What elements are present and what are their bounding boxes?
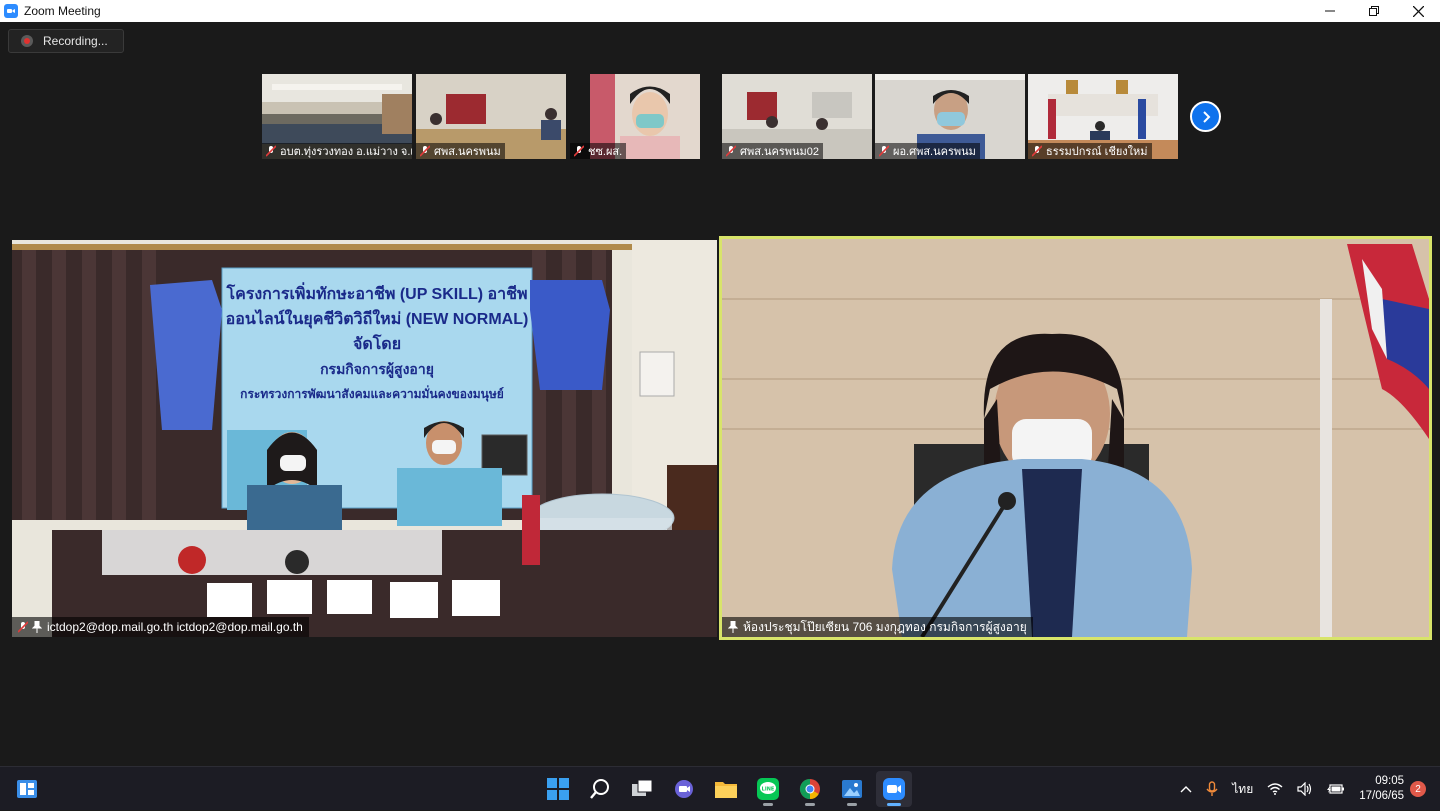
zoom-window: Zoom Meeting Recording... อบต.ทุ่งรวงทอง… — [0, 0, 1440, 766]
participant-name: ชซ.ผส. — [570, 143, 627, 159]
recording-label: Recording... — [43, 34, 108, 48]
line-app-icon: LINE — [757, 778, 779, 800]
photos-button[interactable] — [834, 771, 870, 807]
muted-mic-icon — [18, 621, 28, 633]
muted-mic-icon — [574, 145, 584, 157]
microphone-icon — [1206, 781, 1218, 796]
muted-mic-icon — [1032, 145, 1042, 157]
task-view-icon — [632, 779, 653, 796]
recording-indicator[interactable]: Recording... — [8, 29, 124, 53]
next-page-button[interactable] — [1190, 101, 1221, 132]
zoom-taskbar-button[interactable] — [876, 771, 912, 807]
notification-badge[interactable]: 2 — [1410, 781, 1426, 797]
minimize-button[interactable] — [1308, 0, 1352, 22]
search-icon — [590, 779, 609, 799]
search-button[interactable] — [582, 771, 618, 807]
participant-thumbnail[interactable]: ผอ.ศพส.นครพนม — [875, 74, 1025, 159]
line-app-button[interactable]: LINE — [750, 771, 786, 807]
close-icon — [1412, 5, 1424, 17]
language-indicator[interactable]: ไทย — [1232, 780, 1253, 799]
active-speaker-tile[interactable]: ห้องประชุมโป๊ยเซียน 706 มงกุฎทอง กรมกิจก… — [719, 236, 1432, 640]
muted-mic-icon — [420, 145, 430, 157]
muted-mic-icon — [726, 145, 736, 157]
clock-time: 09:05 — [1375, 775, 1404, 787]
volume-button[interactable] — [1297, 782, 1313, 796]
window-title: Zoom Meeting — [24, 4, 101, 18]
participant-video — [722, 239, 1429, 637]
maximize-button[interactable] — [1352, 0, 1396, 22]
clock-date: 17/06/65 — [1359, 790, 1404, 802]
minimize-icon — [1325, 10, 1335, 12]
task-view-button[interactable] — [624, 771, 660, 807]
participant-name: ศพส.นครพนม02 — [722, 143, 824, 159]
participant-thumbnail[interactable]: ศพส.นครพนม02 — [722, 74, 872, 159]
participant-thumbnail[interactable]: ศพส.นครพนม — [416, 74, 566, 159]
speaker-icon — [1297, 782, 1312, 796]
banner-text: โครงการเพิ่มทักษะอาชีพ (UP SKILL) อาชีพ … — [225, 286, 529, 401]
close-button[interactable] — [1396, 0, 1440, 22]
chevron-up-icon — [1180, 786, 1192, 793]
participant-name: อบต.ทุ่งรวงทอง อ.แม่วาง จ.เ... — [262, 143, 412, 159]
microphone-tray-button[interactable] — [1206, 781, 1218, 797]
folder-icon — [715, 782, 737, 798]
title-bar: Zoom Meeting — [0, 0, 1440, 22]
participant-name: ผอ.ศพส.นครพนม — [875, 143, 980, 159]
zoom-app-icon — [4, 4, 18, 18]
zoom-icon — [883, 778, 905, 800]
svg-text:LINE: LINE — [762, 787, 775, 793]
widgets-button[interactable] — [16, 778, 38, 800]
muted-mic-icon — [266, 145, 276, 157]
taskbar: LINE ไทย 09:05 17/06/65 2 — [0, 766, 1440, 810]
restore-icon — [1369, 6, 1379, 16]
file-explorer-button[interactable] — [708, 771, 744, 807]
photos-icon — [842, 780, 862, 798]
participant-name: ห้องประชุมโป๊ยเซียน 706 มงกุฎทอง กรมกิจก… — [722, 617, 1033, 637]
wifi-icon — [1267, 783, 1283, 795]
participant-name: ธรรมปกรณ์ เชียงใหม่ — [1028, 143, 1152, 159]
chevron-right-icon — [1202, 110, 1210, 123]
pin-icon — [32, 621, 42, 633]
chat-icon — [675, 780, 693, 798]
clock[interactable]: 09:05 17/06/65 — [1359, 774, 1404, 804]
participant-thumbnail[interactable]: อบต.ทุ่งรวงทอง อ.แม่วาง จ.เ... — [262, 74, 412, 159]
chrome-button[interactable] — [792, 771, 828, 807]
chrome-icon — [799, 778, 820, 800]
wifi-button[interactable] — [1267, 783, 1283, 795]
system-tray: ไทย 09:05 17/06/65 2 — [1180, 767, 1440, 811]
muted-mic-icon — [879, 145, 889, 157]
start-button[interactable] — [540, 771, 576, 807]
battery-button[interactable] — [1327, 783, 1345, 795]
record-icon — [21, 35, 33, 47]
participant-name: ศพส.นครพนม — [416, 143, 505, 159]
participant-thumbnail[interactable]: ชซ.ผส. — [570, 74, 700, 159]
widgets-icon — [17, 780, 37, 798]
pin-icon — [728, 621, 738, 633]
show-hidden-icons-button[interactable] — [1180, 785, 1192, 793]
participant-thumbnail[interactable]: ธรรมปกรณ์ เชียงใหม่ — [1028, 74, 1178, 159]
windows-start-icon — [547, 778, 569, 800]
participant-video-tile[interactable]: โครงการเพิ่มทักษะอาชีพ (UP SKILL) อาชีพ … — [12, 240, 717, 637]
battery-charging-icon — [1327, 784, 1345, 794]
chat-button[interactable] — [666, 771, 702, 807]
participant-name: ictdop2@dop.mail.go.th ictdop2@dop.mail.… — [12, 617, 309, 637]
